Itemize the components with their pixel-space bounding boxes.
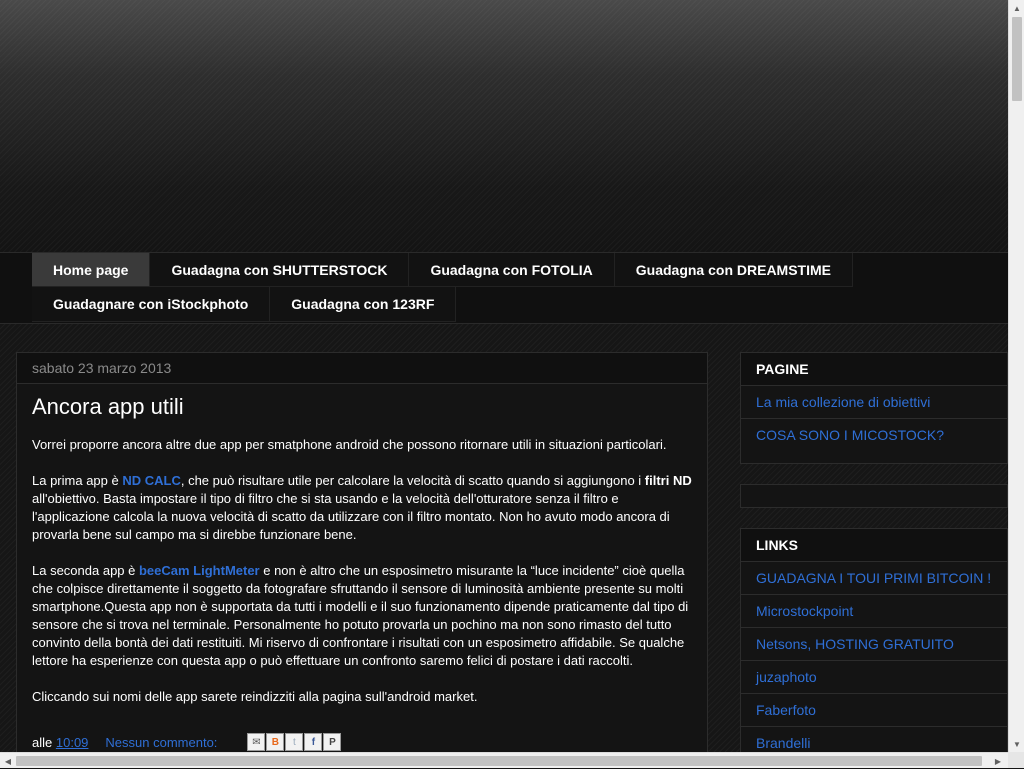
comments-link[interactable]: Nessun commento:	[105, 735, 217, 750]
post-paragraph: La seconda app è beeCam LightMeter e non…	[32, 562, 692, 670]
vertical-scroll-thumb[interactable]	[1012, 17, 1022, 101]
link-item[interactable]: GUADAGNA I TOUI PRIMI BITCOIN !	[741, 562, 1007, 595]
post-paragraph: La prima app è ND CALC, che può risultar…	[32, 472, 692, 544]
pages-widget-title: PAGINE	[741, 353, 1007, 386]
post-date: sabato 23 marzo 2013	[17, 353, 707, 384]
links-widget-title: LINKS	[741, 529, 1007, 562]
pages-tabs: Home page Guadagna con SHUTTERSTOCK Guad…	[32, 253, 868, 322]
text: , che può risultare utile per calcolare …	[180, 473, 645, 488]
page-link[interactable]: COSA SONO I MICOSTOCK?	[741, 419, 1007, 451]
links-widget: LINKS GUADAGNA I TOUI PRIMI BITCOIN ! Mi…	[740, 528, 1008, 752]
post-body: Vorrei proporre ancora altre due app per…	[32, 436, 692, 706]
link-item[interactable]: Netsons, HOSTING GRATUITO	[741, 628, 1007, 661]
scroll-up-icon[interactable]: ▲	[1009, 0, 1024, 16]
horizontal-scrollbar[interactable]: ◀ ▶	[0, 752, 1008, 768]
share-buttons: ✉ B t f P	[247, 733, 342, 751]
tab-row-2: Guadagnare con iStockphoto Guadagna con …	[32, 287, 868, 322]
blogger-icon[interactable]: B	[266, 733, 285, 751]
page-link[interactable]: La mia collezione di obiettivi	[741, 386, 1007, 419]
empty-widget	[740, 484, 1008, 508]
tab-dreamstime[interactable]: Guadagna con DREAMSTIME	[614, 253, 853, 287]
text: all'obiettivo. Basta impostare il tipo d…	[32, 491, 670, 542]
tab-home-page[interactable]: Home page	[32, 253, 151, 287]
tab-shutterstock[interactable]: Guadagna con SHUTTERSTOCK	[150, 253, 410, 287]
text: e non è altro che un esposimetro misuran…	[32, 563, 689, 668]
scroll-down-icon[interactable]: ▼	[1009, 736, 1024, 752]
tab-istockphoto[interactable]: Guadagnare con iStockphoto	[32, 287, 271, 322]
bold-text: filtri ND	[644, 473, 692, 488]
link-item[interactable]: Microstockpoint	[741, 595, 1007, 628]
page: Home page Guadagna con SHUTTERSTOCK Guad…	[0, 0, 1008, 752]
tab-row-1: Home page Guadagna con SHUTTERSTOCK Guad…	[32, 253, 868, 287]
text: La prima app è	[32, 473, 123, 488]
beecam-lightmeter-link[interactable]: beeCam LightMeter	[139, 563, 260, 578]
facebook-icon[interactable]: f	[304, 733, 323, 751]
post-footer: alle 10:09 Nessun commento: ✉ B t f P	[32, 733, 342, 751]
widget-spacer	[741, 451, 1007, 463]
tab-fotolia[interactable]: Guadagna con FOTOLIA	[409, 253, 615, 287]
scroll-right-icon[interactable]: ▶	[990, 753, 1006, 769]
text: La seconda app è	[32, 563, 139, 578]
pages-widget: PAGINE La mia collezione di obiettivi CO…	[740, 352, 1008, 464]
link-item[interactable]: Brandelli	[741, 727, 1007, 752]
post-paragraph: Cliccando sui nomi delle app sarete rein…	[32, 689, 478, 704]
scroll-left-icon[interactable]: ◀	[0, 753, 16, 769]
tab-123rf[interactable]: Guadagna con 123RF	[270, 287, 457, 322]
nd-calc-link[interactable]: ND CALC	[122, 473, 181, 488]
link-item[interactable]: juzaphoto	[741, 661, 1007, 694]
link-item[interactable]: Faberfoto	[741, 694, 1007, 727]
email-icon[interactable]: ✉	[247, 733, 266, 751]
main-column: sabato 23 marzo 2013 Ancora app utili Vo…	[16, 352, 708, 752]
pinterest-icon[interactable]: P	[323, 733, 342, 751]
scrollbar-corner	[1008, 752, 1024, 768]
blog-header	[0, 0, 1008, 252]
post-time-link[interactable]: 10:09	[56, 735, 89, 750]
twitter-icon[interactable]: t	[285, 733, 304, 751]
footer-prefix: alle	[32, 734, 53, 750]
post-title[interactable]: Ancora app utili	[32, 394, 692, 420]
vertical-scrollbar[interactable]: ▲ ▼	[1008, 0, 1024, 752]
horizontal-scroll-thumb[interactable]	[16, 756, 982, 766]
post-paragraph: Vorrei proporre ancora altre due app per…	[32, 437, 667, 452]
sidebar: PAGINE La mia collezione di obiettivi CO…	[740, 352, 1008, 752]
blog-post: Ancora app utili Vorrei proporre ancora …	[17, 384, 707, 706]
